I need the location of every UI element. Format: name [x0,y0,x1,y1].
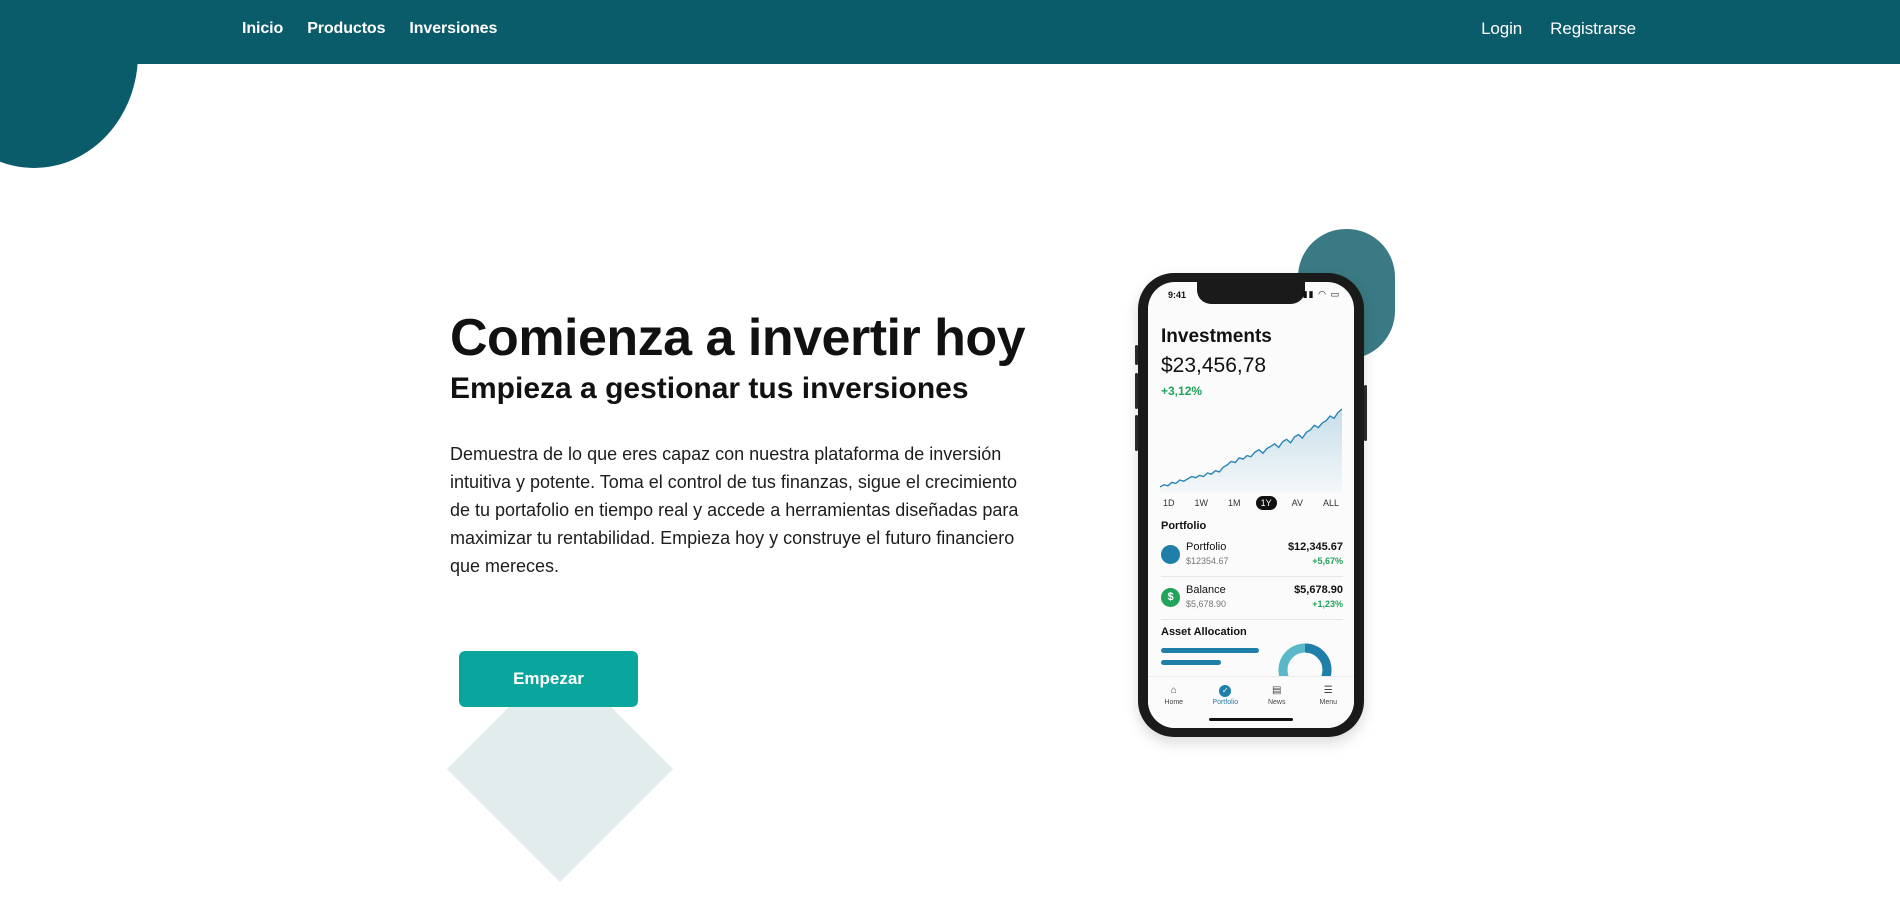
tab-label: Home [1164,699,1184,706]
nav-link-inicio[interactable]: Inicio [242,20,283,38]
phone-side-button [1135,415,1138,451]
row-divider [1161,619,1343,620]
range-option-1m[interactable]: 1M [1223,496,1246,510]
row-change: +1,23% [1312,599,1343,609]
phone-mockup: 9:41 ▮▮ ◠ ▭ Investments $23,456,78 +3,12… [1135,273,1367,737]
start-button[interactable]: Empezar [459,651,638,707]
range-option-av[interactable]: AV [1287,496,1308,510]
nav-auth-links: Login Registrarse [1481,0,1636,57]
nav-link-productos[interactable]: Productos [307,20,385,38]
allocation-bar [1161,660,1221,665]
login-link[interactable]: Login [1481,19,1522,39]
nav-link-inversiones[interactable]: Inversiones [409,20,497,38]
row-name: Portfolio [1186,541,1227,553]
phone-screen: 9:41 ▮▮ ◠ ▭ Investments $23,456,78 +3,12… [1148,282,1354,728]
row-amount: $12,345.67 [1287,541,1343,553]
signal-battery-icon: ▮▮ ◠ ▭ [1302,289,1340,299]
tab-menu[interactable]: ☰ Menu [1307,677,1349,728]
phone-side-button [1135,373,1138,409]
allocation-bar [1161,648,1259,653]
register-link[interactable]: Registrarse [1550,19,1636,39]
phone-power-button [1364,385,1367,441]
row-subvalue: $5,678.90 [1186,599,1227,609]
nav-primary-links: Inicio Productos Inversiones [242,0,497,57]
status-time: 9:41 [1168,290,1187,300]
tab-label: Menu [1319,699,1337,706]
chart-area [1160,409,1342,493]
portfolio-circle-icon [1161,545,1180,564]
portfolio-total: $23,456,78 [1161,354,1267,377]
dollar-icon: $ [1161,588,1180,607]
tab-label: News [1267,699,1286,706]
home-indicator [1209,718,1293,721]
performance-chart [1160,408,1342,493]
range-option-1y[interactable]: 1Y [1255,496,1277,510]
home-icon: ⌂ [1170,685,1177,696]
hero-subtitle: Empieza a gestionar tus inversiones [450,372,969,405]
hero-title: Comienza a invertir hoy [450,309,1026,367]
portfolio-row[interactable]: Portfolio $12354.67 $12,345.67 +5,67% [1161,541,1343,575]
row-amount: $5,678.90 [1294,584,1343,596]
portfolio-change: +3,12% [1161,384,1203,398]
portfolio-section-label: Portfolio [1161,520,1207,532]
row-change: +5,67% [1312,556,1343,566]
range-option-all[interactable]: ALL [1318,496,1344,510]
row-subvalue: $12354.67 [1186,556,1229,566]
phone-side-button [1135,345,1138,365]
balance-row[interactable]: $ Balance $5,678.90 $5,678.90 +1,23% [1161,584,1343,618]
range-option-1d[interactable]: 1D [1158,496,1180,510]
top-navbar: Inicio Productos Inversiones Login Regis… [0,0,1900,64]
row-divider [1161,576,1343,577]
phone-notch [1197,282,1305,304]
range-option-1w[interactable]: 1W [1190,496,1214,510]
check-circle-icon: ✓ [1219,685,1232,697]
tab-home[interactable]: ⌂ Home [1153,677,1195,728]
tab-label: Portfolio [1212,699,1239,706]
app-title: Investments [1161,326,1272,347]
menu-icon: ☰ [1323,685,1333,696]
allocation-section-label: Asset Allocation [1161,626,1247,638]
news-icon: ▤ [1272,685,1282,696]
row-name: Balance [1186,584,1226,596]
hero-description: Demuestra de lo que eres capaz con nuest… [450,444,1019,576]
time-range-selector: 1D 1W 1M 1Y AV ALL [1158,496,1344,510]
